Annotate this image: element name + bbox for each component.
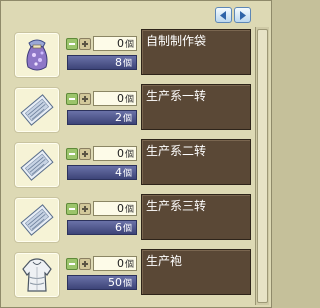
- robe-icon: [22, 258, 52, 292]
- increase-button[interactable]: [79, 203, 91, 215]
- pouch-icon: [26, 39, 48, 71]
- item-name-box: 生产系二转: [141, 139, 251, 185]
- stock-unit: 個: [122, 279, 132, 289]
- scrollbar-thumb[interactable]: [257, 29, 268, 303]
- item-icon-slot[interactable]: [14, 87, 60, 133]
- top-bar: [1, 1, 273, 27]
- stock-value: 8: [114, 56, 122, 69]
- item-icon-slot[interactable]: [14, 142, 60, 188]
- increase-button[interactable]: [79, 93, 91, 105]
- decrease-button[interactable]: [66, 203, 78, 215]
- quantity-unit: 個: [124, 205, 134, 215]
- stock-count-bar: 50 個: [67, 275, 137, 290]
- quantity-field[interactable]: 0個: [93, 146, 137, 161]
- quantity-unit: 個: [124, 150, 134, 160]
- item-name-box: 生产系三转: [141, 194, 251, 240]
- increase-button[interactable]: [79, 148, 91, 160]
- stock-value: 50: [107, 276, 122, 289]
- quantity-value: 0: [116, 257, 124, 270]
- quantity-unit: 個: [124, 95, 134, 105]
- quantity-unit: 個: [124, 40, 134, 50]
- prev-page-button[interactable]: [215, 7, 232, 23]
- quantity-field[interactable]: 0個: [93, 201, 137, 216]
- quantity-field[interactable]: 0個: [93, 91, 137, 106]
- item-name-box: 生产袍: [141, 249, 251, 295]
- quantity-value: 0: [116, 37, 124, 50]
- decrease-button[interactable]: [66, 38, 78, 50]
- item-name: 自制制作袋: [146, 34, 207, 48]
- stock-unit: 個: [122, 169, 132, 179]
- stock-count-bar: 8個: [67, 55, 137, 70]
- stock-unit: 個: [122, 224, 132, 234]
- craft-shop-panel: 0個 8個 自制制作袋 0個 2個 生产系一转 0 個 4 個 生产系二转 0 …: [0, 0, 272, 308]
- scrollbar[interactable]: [255, 27, 269, 305]
- triangle-left-icon: [220, 10, 226, 20]
- item-name: 生产系二转: [146, 144, 207, 158]
- item-name: 生产袍: [146, 254, 183, 268]
- item-name: 生产系三转: [146, 199, 207, 213]
- list-item[interactable]: 0個 8個 自制制作袋: [5, 28, 252, 83]
- triangle-right-icon: [240, 10, 246, 20]
- stock-count-bar: 2個: [67, 110, 137, 125]
- list-item[interactable]: 0個 6個 生产系三转: [5, 193, 252, 248]
- item-icon-slot[interactable]: [14, 32, 60, 78]
- recipe-scroll-icon: [20, 94, 54, 126]
- increase-button[interactable]: [79, 38, 91, 50]
- list-item[interactable]: 0個 50 個 生产袍: [5, 248, 252, 303]
- list-item[interactable]: 0個 4個 生产系二转: [5, 138, 252, 193]
- stock-value: 6: [114, 221, 122, 234]
- item-name-box: 生产系一转: [141, 84, 251, 130]
- quantity-unit: 個: [124, 260, 134, 270]
- item-icon-slot[interactable]: [14, 252, 60, 298]
- item-name: 生产系一转: [146, 89, 207, 103]
- quantity-field[interactable]: 0個: [93, 36, 137, 51]
- item-name-box: 自制制作袋: [141, 29, 251, 75]
- decrease-button[interactable]: [66, 258, 78, 270]
- increase-button[interactable]: [79, 258, 91, 270]
- quantity-value: 0: [116, 147, 124, 160]
- stock-count-bar: 6個: [67, 220, 137, 235]
- item-icon-slot[interactable]: [14, 197, 60, 243]
- list-item[interactable]: 0個 2個 生产系一转: [5, 83, 252, 138]
- stock-unit: 個: [122, 59, 132, 69]
- stock-count-bar: 4個: [67, 165, 137, 180]
- recipe-scroll-icon: [20, 149, 54, 181]
- stock-value: 2: [114, 111, 122, 124]
- quantity-value: 0: [116, 202, 124, 215]
- decrease-button[interactable]: [66, 93, 78, 105]
- recipe-scroll-icon: [20, 204, 54, 236]
- stock-unit: 個: [122, 114, 132, 124]
- quantity-field[interactable]: 0個: [93, 256, 137, 271]
- stock-value: 4: [114, 166, 122, 179]
- decrease-button[interactable]: [66, 148, 78, 160]
- next-page-button[interactable]: [234, 7, 251, 23]
- quantity-value: 0: [116, 92, 124, 105]
